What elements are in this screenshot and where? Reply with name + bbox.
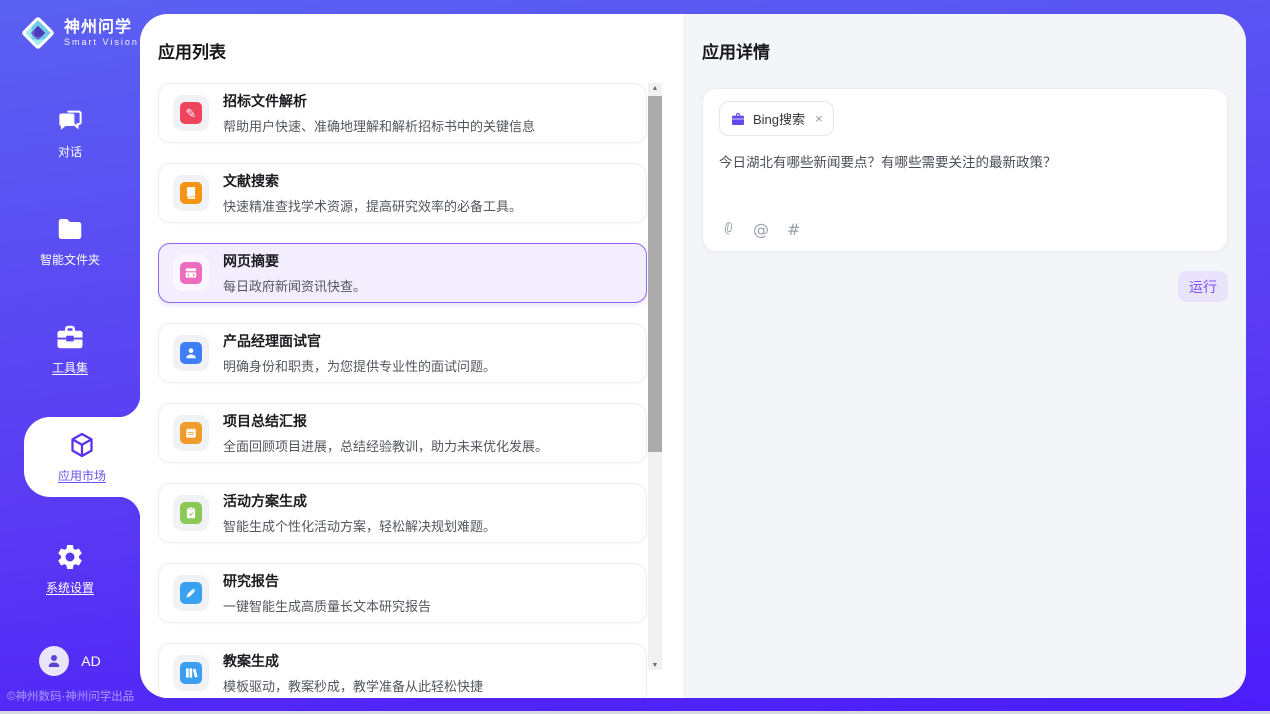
app-name: 文献搜索 [223, 171, 522, 191]
hash-icon[interactable]: # [787, 220, 800, 239]
sidebar-item-chat[interactable]: 对话 [0, 97, 140, 169]
user-name: AD [81, 653, 100, 669]
chat-icon [55, 106, 85, 136]
mention-icon[interactable]: @ [753, 220, 769, 239]
app-card-project-summary[interactable]: 项目总结汇报 全面回顾项目进展，总结经验教训，助力未来优化发展。 [158, 403, 647, 463]
app-icon-tile [173, 655, 209, 691]
app-detail-panel: 应用详情 Bing搜索 × 今日湖北有哪些新闻要点？有哪些需要关注的最新政策？ … [683, 14, 1246, 698]
sidebar-item-smart-folders[interactable]: 智能文件夹 [0, 205, 140, 277]
folder-icon [55, 214, 85, 244]
card-text: 文献搜索 快速精准查找学术资源，提高研究效率的必备工具。 [223, 171, 522, 215]
sidebar-item-label: 对话 [58, 143, 82, 160]
tool-chip-label: Bing搜索 [753, 109, 805, 128]
sidebar: 神州问学 Smart Vision 对话 智能文件夹 工具集 [0, 0, 140, 714]
sidebar-item-label: 工具集 [52, 359, 88, 376]
app-icon-tile [173, 495, 209, 531]
calendar-icon [180, 422, 202, 444]
app-card-literature-search[interactable]: 文献搜索 快速精准查找学术资源，提高研究效率的必备工具。 [158, 163, 647, 223]
book-icon [180, 182, 202, 204]
books-icon [180, 662, 202, 684]
sidebar-item-settings[interactable]: 系统设置 [0, 533, 140, 605]
brand-logo-icon [20, 15, 56, 51]
card-text: 研究报告 一键智能生成高质量长文本研究报告 [223, 571, 431, 615]
sidebar-item-label: 系统设置 [46, 579, 94, 596]
gear-icon [55, 542, 85, 572]
app-desc: 全面回顾项目进展，总结经验教训，助力未来优化发展。 [223, 436, 548, 455]
brand-subtitle: Smart Vision [64, 37, 139, 47]
sidebar-item-label: 应用市场 [58, 467, 106, 484]
query-text[interactable]: 今日湖北有哪些新闻要点？有哪些需要关注的最新政策？ [719, 151, 1211, 171]
run-button[interactable]: 运行 [1178, 271, 1228, 302]
doc-edit-icon: ✎ [180, 102, 202, 124]
clipboard-check-icon [180, 502, 202, 524]
scroll-up-icon[interactable]: ▲ [648, 81, 662, 95]
app-desc: 帮助用户快速、准确地理解和解析招标书中的关键信息 [223, 116, 535, 135]
app-desc: 模板驱动，教案秒成，教学准备从此轻松快捷 [223, 676, 483, 695]
app-name: 教案生成 [223, 651, 483, 671]
app-desc: 一键智能生成高质量长文本研究报告 [223, 596, 431, 615]
composer-card[interactable]: Bing搜索 × 今日湖北有哪些新闻要点？有哪些需要关注的最新政策？ @ # [702, 88, 1228, 252]
person-icon [45, 652, 63, 670]
cube-icon [67, 430, 97, 460]
scrollbar-thumb[interactable] [648, 96, 662, 452]
app-name: 活动方案生成 [223, 491, 496, 511]
app-name: 项目总结汇报 [223, 411, 548, 431]
card-text: 项目总结汇报 全面回顾项目进展，总结经验教训，助力未来优化发展。 [223, 411, 548, 455]
app-icon-tile [173, 575, 209, 611]
main-panel: 应用列表 ✎ 招标文件解析 帮助用户快速、准确地理解和解析招标书中的关键信息 [140, 14, 1246, 698]
card-text: 产品经理面试官 明确身份和职责，为您提供专业性的面试问题。 [223, 331, 496, 375]
copyright-footer: ©神州数码·神州问学出品 [7, 688, 134, 704]
app-list-title: 应用列表 [158, 38, 226, 63]
list-scrollbar[interactable]: ▲ ▼ [648, 83, 662, 670]
scroll-down-icon[interactable]: ▼ [648, 658, 662, 672]
sidebar-nav: 对话 智能文件夹 工具集 应用市场 系统设置 [0, 97, 140, 641]
composer-toolbar: @ # [720, 220, 800, 239]
user-account[interactable]: AD [0, 646, 140, 676]
app-card-research-report[interactable]: 研究报告 一键智能生成高质量长文本研究报告 [158, 563, 647, 623]
app-desc: 智能生成个性化活动方案，轻松解决规划难题。 [223, 516, 496, 535]
chip-close-icon[interactable]: × [815, 111, 823, 126]
brand-name: 神州问学 [64, 19, 139, 37]
app-name: 网页摘要 [223, 251, 366, 271]
briefcase-icon [730, 111, 746, 127]
app-icon-tile [173, 335, 209, 371]
app-desc: 明确身份和职责，为您提供专业性的面试问题。 [223, 356, 496, 375]
attachment-icon[interactable] [720, 222, 735, 237]
app-icon-tile [173, 255, 209, 291]
toolbox-icon [55, 322, 85, 352]
app-desc: 快速精准查找学术资源，提高研究效率的必备工具。 [223, 196, 522, 215]
app-card-bid-doc-parse[interactable]: ✎ 招标文件解析 帮助用户快速、准确地理解和解析招标书中的关键信息 [158, 83, 647, 143]
app-icon-tile [173, 415, 209, 451]
app-card-web-summary[interactable]: 网页摘要 每日政府新闻资讯快查。 [158, 243, 647, 303]
browser-code-icon [180, 262, 202, 284]
avatar [39, 646, 69, 676]
sidebar-item-label: 智能文件夹 [40, 251, 100, 268]
app-icon-tile: ✎ [173, 95, 209, 131]
tool-chip-bing-search[interactable]: Bing搜索 × [719, 101, 834, 136]
brand-text: 神州问学 Smart Vision [64, 19, 139, 47]
app-icon-tile [173, 175, 209, 211]
app-detail-title: 应用详情 [702, 38, 1228, 63]
app-name: 研究报告 [223, 571, 431, 591]
brand: 神州问学 Smart Vision [0, 0, 140, 51]
card-text: 教案生成 模板驱动，教案秒成，教学准备从此轻松快捷 [223, 651, 483, 695]
card-text: 招标文件解析 帮助用户快速、准确地理解和解析招标书中的关键信息 [223, 91, 535, 135]
app-card-pm-interviewer[interactable]: 产品经理面试官 明确身份和职责，为您提供专业性的面试问题。 [158, 323, 647, 383]
app-card-event-plan[interactable]: 活动方案生成 智能生成个性化活动方案，轻松解决规划难题。 [158, 483, 647, 543]
interviewer-icon [180, 342, 202, 364]
card-text: 活动方案生成 智能生成个性化活动方案，轻松解决规划难题。 [223, 491, 496, 535]
app-name: 招标文件解析 [223, 91, 535, 111]
app-desc: 每日政府新闻资讯快查。 [223, 276, 366, 295]
card-text: 网页摘要 每日政府新闻资讯快查。 [223, 251, 366, 295]
app-list-panel: 应用列表 ✎ 招标文件解析 帮助用户快速、准确地理解和解析招标书中的关键信息 [140, 14, 683, 698]
app-card-list: ✎ 招标文件解析 帮助用户快速、准确地理解和解析招标书中的关键信息 文献搜索 快… [158, 83, 647, 698]
sidebar-item-app-market[interactable]: 应用市场 [24, 417, 140, 497]
app-name: 产品经理面试官 [223, 331, 496, 351]
pen-icon [180, 582, 202, 604]
app-card-lesson-plan[interactable]: 教案生成 模板驱动，教案秒成，教学准备从此轻松快捷 [158, 643, 647, 698]
sidebar-item-toolset[interactable]: 工具集 [0, 313, 140, 385]
